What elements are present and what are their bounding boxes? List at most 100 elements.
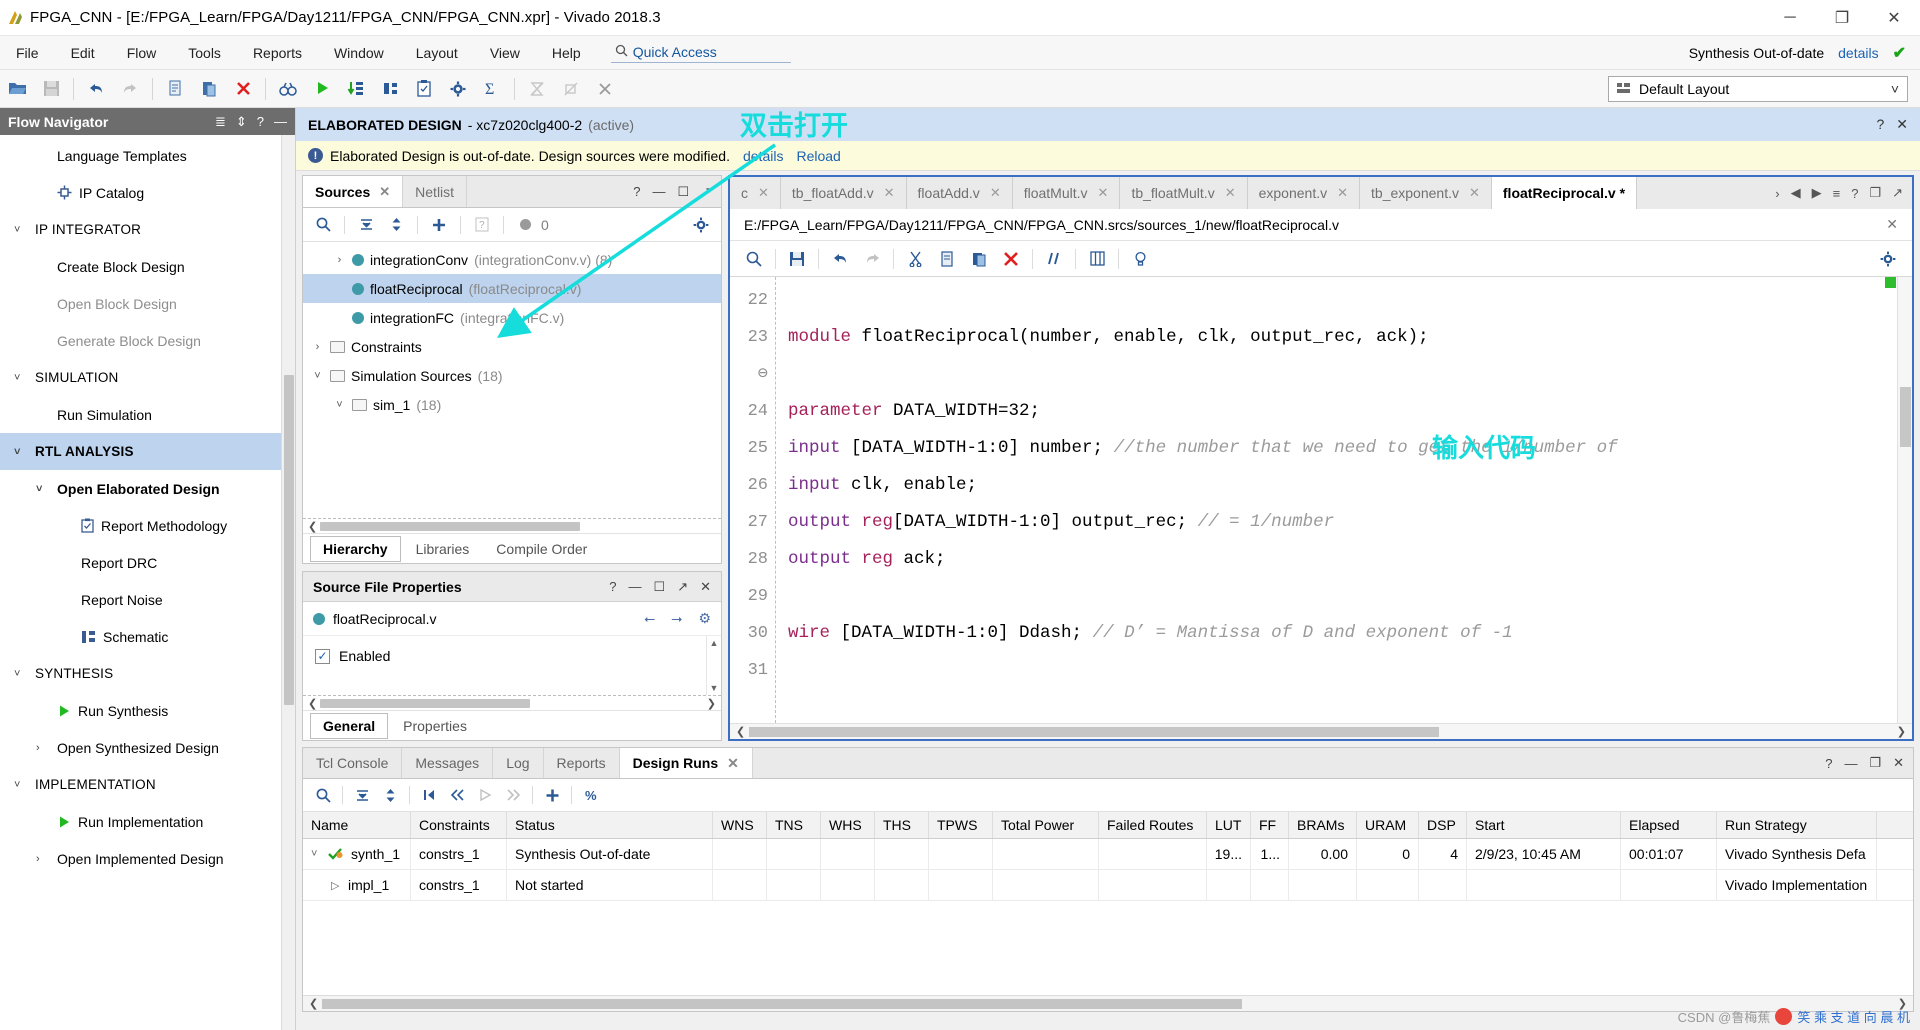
close-icon[interactable]: ✕ <box>884 185 895 201</box>
scroll-left-icon[interactable]: ❮ <box>732 725 749 738</box>
help-icon[interactable]: ? <box>257 114 264 130</box>
sources-tree-item[interactable]: integrationFC (integrationFC.v) <box>303 303 721 332</box>
column-header-run-strategy[interactable]: Run Strategy <box>1717 812 1877 838</box>
add-icon[interactable] <box>538 782 566 808</box>
run-green-icon[interactable] <box>305 74 339 104</box>
flownav-item-report-methodology[interactable]: Report Methodology <box>0 507 281 544</box>
enabled-checkbox-row[interactable]: ✓ Enabled <box>315 648 694 664</box>
maximize-button[interactable]: ❐ <box>1816 0 1868 35</box>
editor-tab-floatmult-v[interactable]: floatMult.v ✕ <box>1012 177 1121 209</box>
gear-icon[interactable] <box>1872 245 1904 273</box>
run-implementation-icon[interactable] <box>339 74 373 104</box>
flownav-item-language-templates[interactable]: Language Templates <box>0 137 281 174</box>
tab-properties[interactable]: Properties <box>391 714 479 738</box>
row-expand-icon[interactable]: ˅ <box>311 848 324 860</box>
close-icon[interactable]: ✕ <box>700 579 711 595</box>
scroll-right-icon[interactable]: ❯ <box>704 697 719 710</box>
paste-icon[interactable] <box>963 245 995 273</box>
bottom-tab-messages[interactable]: Messages <box>402 748 494 778</box>
save-icon[interactable] <box>781 245 813 273</box>
column-header-elapsed[interactable]: Elapsed <box>1621 812 1717 838</box>
minimize-icon[interactable]: — <box>1844 756 1857 771</box>
synthesis-details-link[interactable]: details <box>1838 45 1878 61</box>
columns-icon[interactable] <box>1081 245 1113 273</box>
menu-flow[interactable]: Flow <box>111 41 173 65</box>
filter-dot-icon[interactable] <box>511 212 539 238</box>
column-header-name[interactable]: Name <box>303 812 411 838</box>
column-header-whs[interactable]: WHS <box>821 812 875 838</box>
flownav-item-run-implementation[interactable]: Run Implementation <box>0 803 281 840</box>
source-properties-hscroll[interactable]: ❮ ❯ <box>303 695 721 710</box>
column-header-total-power[interactable]: Total Power <box>993 812 1099 838</box>
tree-expand-icon[interactable]: › <box>311 341 324 353</box>
source-properties-vscroll[interactable]: ▲ ▼ <box>706 636 721 695</box>
help-icon[interactable]: ? <box>609 579 616 595</box>
editor-tab-c[interactable]: c ✕ <box>730 177 781 209</box>
chevron-icon[interactable]: ˅ <box>14 779 28 791</box>
column-header-failed-routes[interactable]: Failed Routes <box>1099 812 1207 838</box>
bottom-tab-design-runs[interactable]: Design Runs ✕ <box>619 748 753 778</box>
collapse-all-icon[interactable]: ≣ <box>215 114 226 130</box>
maximize-icon[interactable]: ❐ <box>1869 755 1881 771</box>
table-row[interactable]: ˅ synth_1 constrs_1 Synthesis Out-of-date 19… <box>303 839 1913 870</box>
code-vertical-scrollbar[interactable] <box>1885 277 1912 723</box>
column-header-uram[interactable]: URAM <box>1357 812 1419 838</box>
scroll-down-icon[interactable]: ▼ <box>710 683 719 693</box>
close-button[interactable]: ✕ <box>1868 0 1920 35</box>
code-text[interactable]: module floatReciprocal(number, enable, c… <box>776 277 1897 723</box>
column-header-tns[interactable]: TNS <box>767 812 821 838</box>
close-icon[interactable]: ✕ <box>1225 185 1236 201</box>
close-icon[interactable]: ✕ <box>1337 185 1348 201</box>
report-methodology-icon[interactable] <box>407 74 441 104</box>
copy-icon[interactable] <box>931 245 963 273</box>
close-icon[interactable]: ✕ <box>1896 116 1908 133</box>
chevron-icon[interactable]: › <box>36 742 50 754</box>
flownav-item-open-implemented-design[interactable]: › Open Implemented Design <box>0 840 281 877</box>
design-runs-hscroll[interactable]: ❮ ❯ <box>303 995 1913 1011</box>
bottom-tab-log[interactable]: Log <box>493 748 544 778</box>
chevron-icon[interactable]: ˅ <box>14 372 28 384</box>
scroll-left-icon[interactable]: ❮ <box>305 997 322 1010</box>
column-header-wns[interactable]: WNS <box>713 812 767 838</box>
tree-expand-icon[interactable]: ˅ <box>311 370 324 382</box>
sigma-icon[interactable]: Σ <box>475 74 509 104</box>
menu-layout[interactable]: Layout <box>400 41 474 65</box>
tab-general[interactable]: General <box>310 712 389 739</box>
menu-window[interactable]: Window <box>318 41 400 65</box>
maximize-icon[interactable]: ☐ <box>654 579 666 595</box>
layout-select[interactable]: Default Layout ˅ <box>1608 75 1908 102</box>
maximize-icon[interactable]: ☐ <box>677 184 689 200</box>
flownav-item-ip-catalog[interactable]: IP Catalog <box>0 174 281 211</box>
comment-icon[interactable] <box>1038 245 1070 273</box>
help-icon[interactable]: ? <box>1825 756 1832 771</box>
editor-tab-floatreciprocal-v-[interactable]: floatReciprocal.v * <box>1491 177 1638 209</box>
collapse-all-icon[interactable] <box>352 212 380 238</box>
sources-tree-item[interactable]: ˅ sim_1 (18) <box>303 390 721 419</box>
flownav-item-ip-integrator[interactable]: ˅ IP INTEGRATOR <box>0 211 281 248</box>
chevron-icon[interactable]: ˅ <box>14 446 28 458</box>
float-icon[interactable]: ↗ <box>1892 185 1903 201</box>
first-icon[interactable] <box>415 782 443 808</box>
code-horizontal-scrollbar[interactable]: ❮ ❯ <box>730 723 1912 739</box>
editor-tab-tb-floatadd-v[interactable]: tb_floatAdd.v ✕ <box>780 177 907 209</box>
menu-help[interactable]: Help <box>536 41 597 65</box>
undo-icon[interactable] <box>824 245 856 273</box>
close-icon[interactable]: ✕ <box>990 185 1001 201</box>
minimize-icon[interactable]: — <box>629 579 642 595</box>
schematic-icon[interactable] <box>373 74 407 104</box>
flownav-item-synthesis[interactable]: ˅ SYNTHESIS <box>0 655 281 692</box>
editor-tab-tb-floatmult-v[interactable]: tb_floatMult.v ✕ <box>1120 177 1248 209</box>
search-icon[interactable] <box>309 782 337 808</box>
close-icon[interactable]: ✕ <box>1469 185 1480 201</box>
scroll-up-icon[interactable]: ▲ <box>710 638 719 648</box>
search-icon[interactable] <box>738 245 770 273</box>
flownav-item-rtl-analysis[interactable]: ˅ RTL ANALYSIS <box>0 433 281 470</box>
expand-all-icon[interactable] <box>376 782 404 808</box>
flownav-item-open-elaborated-design[interactable]: ˅ Open Elaborated Design <box>0 470 281 507</box>
close-icon[interactable]: ✕ <box>727 755 739 772</box>
minimize-icon[interactable]: — <box>274 114 287 130</box>
code-area[interactable]: 22 23 ⊖ 24 25 26 27 28 29 30 31 module floatRecip… <box>730 277 1912 723</box>
help-icon[interactable]: ? <box>1851 186 1858 201</box>
more-tabs-icon[interactable]: › <box>1775 186 1779 201</box>
scroll-left-icon[interactable]: ❮ <box>305 697 320 710</box>
